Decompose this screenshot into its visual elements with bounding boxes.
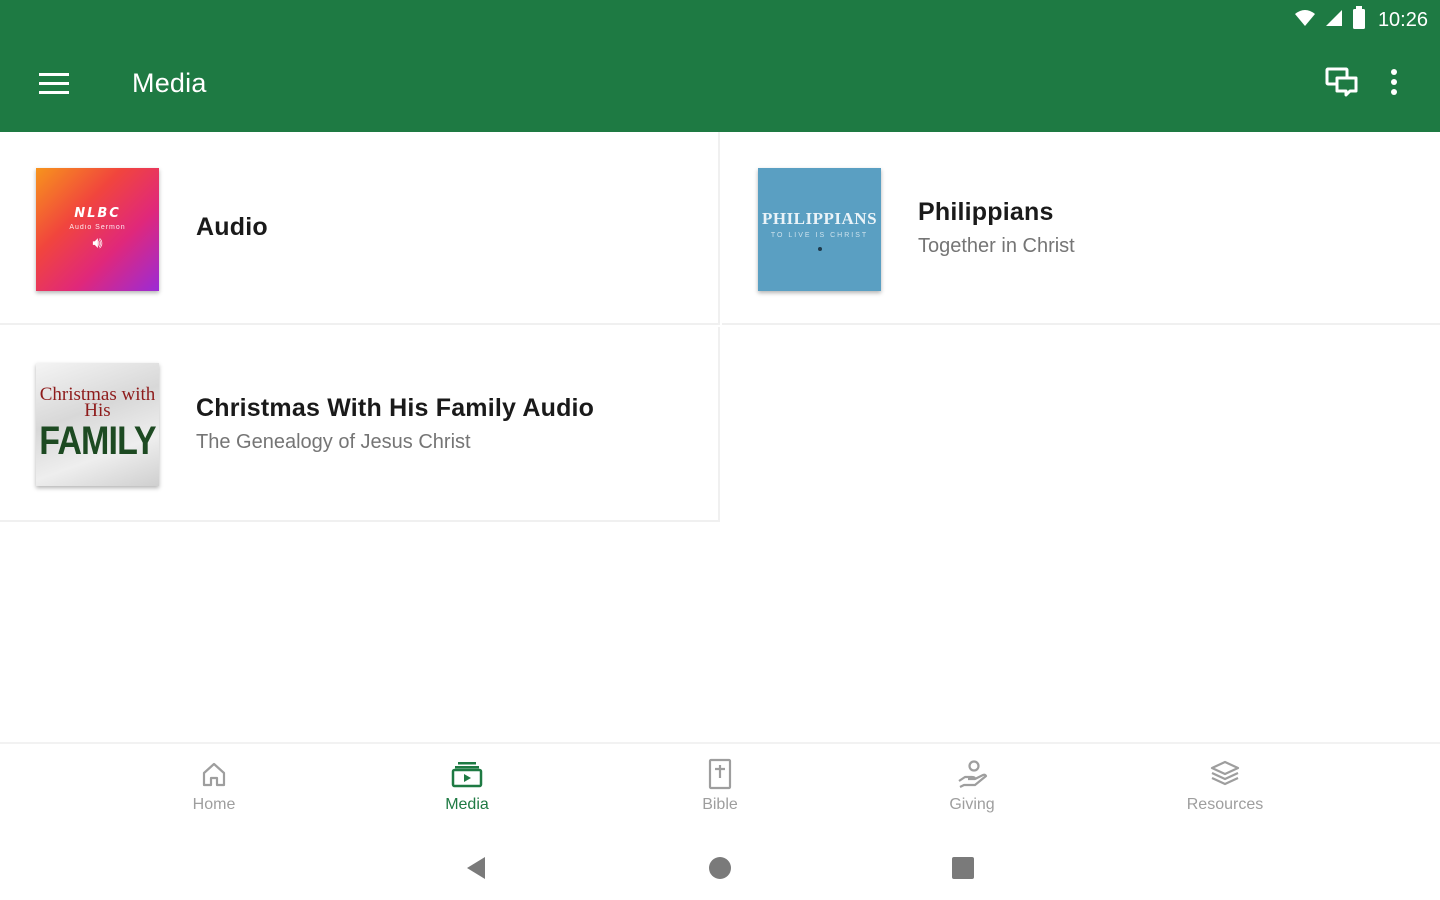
bottom-navigation: Home Media Bible Giving Resources [0,742,1440,832]
home-system-button[interactable] [700,850,740,890]
chat-bubbles-icon [1325,67,1359,102]
speaker-icon: 🔊︎ [92,235,103,252]
christmas-thumbnail: Christmas with His FAMILY [36,363,159,486]
card-subtitle: Together in Christ [918,234,1075,257]
status-bar: 10:26 [1294,4,1428,36]
more-options-button[interactable] [1370,60,1418,108]
nav-label: Home [192,796,236,813]
bible-icon [704,758,736,790]
chat-button[interactable] [1318,60,1366,108]
menu-button[interactable] [30,62,78,110]
more-vert-icon [1390,68,1398,100]
back-button[interactable] [456,850,496,890]
nav-item-media[interactable]: Media [397,758,537,824]
app-bar: 10:26 Media [0,0,1440,132]
wifi-icon [1294,8,1316,33]
media-card-christmas[interactable]: Christmas with His FAMILY Christmas With… [0,327,720,522]
back-triangle-icon [465,856,487,885]
nav-label: Media [445,796,489,813]
media-card-audio[interactable]: NLBC Audio Sermon 🔊︎ Audio [0,132,720,325]
card-title: Audio [196,213,268,241]
media-card-philippians[interactable]: PHILIPPIANS TO LIVE IS CHRIST Philippian… [722,132,1440,325]
thumbnail-subtitle: FAMILY [39,418,156,463]
battery-icon [1352,5,1366,35]
page-title: Media [132,68,207,98]
hamburger-menu-icon [39,72,69,100]
nav-label: Giving [949,796,995,813]
nav-item-bible[interactable]: Bible [650,758,790,824]
thumbnail-title: Christmas with His [39,383,156,421]
nav-label: Bible [702,796,738,813]
home-circle-icon [708,856,732,885]
thumbnail-caption: TO LIVE IS CHRIST [770,231,869,239]
recents-button[interactable] [943,850,983,890]
card-title: Philippians [918,197,1054,226]
status-time: 10:26 [1377,8,1428,31]
card-subtitle: The Genealogy of Jesus Christ [196,430,471,453]
nav-item-giving[interactable]: Giving [902,758,1042,824]
thumbnail-dot [817,246,822,251]
media-grid: NLBC Audio Sermon 🔊︎ Audio PHILIPPIANS T… [0,132,1440,742]
recents-square-icon [951,856,975,885]
thumbnail-brand: NLBC [74,206,121,221]
philippians-thumbnail: PHILIPPIANS TO LIVE IS CHRIST [758,168,881,291]
thumbnail-title: PHILIPPIANS [761,208,878,228]
system-navigation-bar [0,832,1440,900]
nav-item-resources[interactable]: Resources [1155,758,1295,824]
resources-icon [1209,758,1241,790]
signal-icon [1324,8,1344,33]
audio-thumbnail: NLBC Audio Sermon 🔊︎ [36,168,159,291]
card-title: Christmas With His Family Audio [196,393,595,422]
thumbnail-caption: Audio Sermon [69,224,126,231]
nav-item-home[interactable]: Home [144,758,284,824]
home-icon [198,758,230,790]
media-icon [451,758,483,790]
nav-label: Resources [1186,796,1264,813]
giving-icon [956,758,988,790]
